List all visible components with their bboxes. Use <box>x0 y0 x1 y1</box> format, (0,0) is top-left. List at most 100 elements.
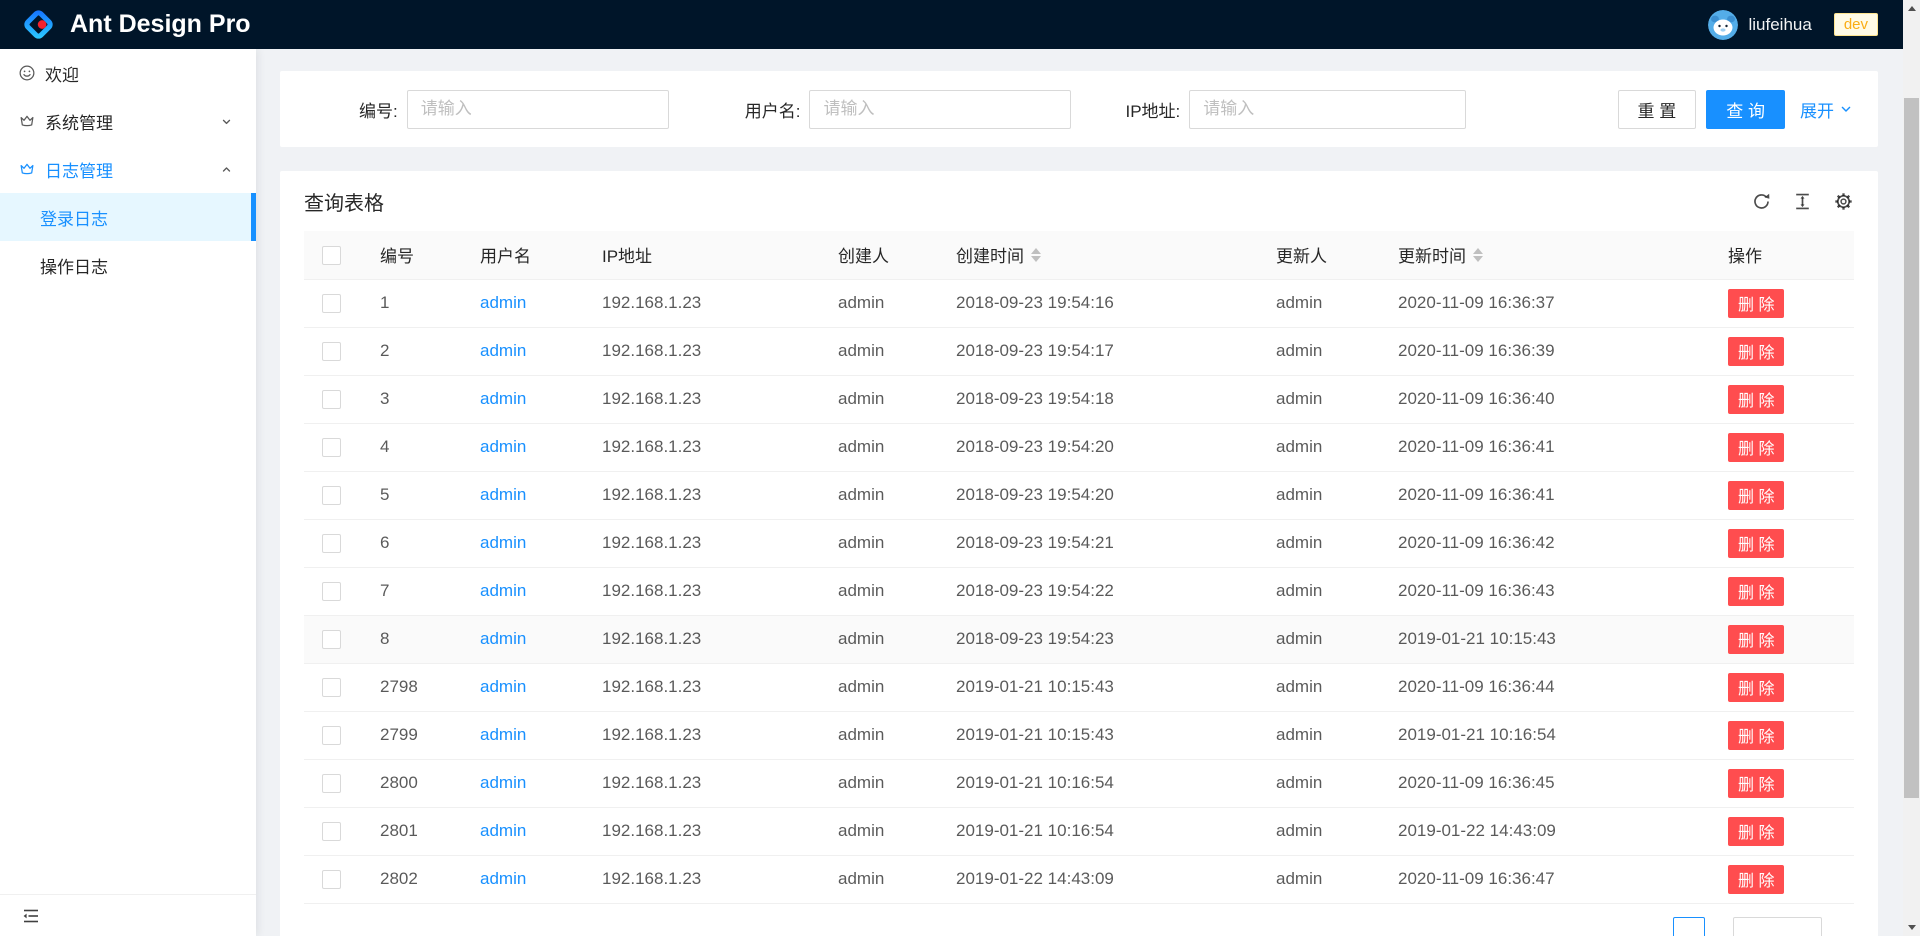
delete-button[interactable]: 删 除 <box>1728 289 1784 318</box>
select-all-header <box>304 231 360 279</box>
sidebar-collapse-trigger[interactable] <box>0 894 256 936</box>
sort-carets-icon[interactable] <box>1473 248 1483 262</box>
delete-button[interactable]: 删 除 <box>1728 433 1784 462</box>
cell-ip: 192.168.1.23 <box>582 663 818 711</box>
form-item-id: 编号: <box>359 90 669 129</box>
username-link[interactable]: admin <box>480 869 526 888</box>
sidebar-item-welcome[interactable]: 欢迎 <box>0 49 256 97</box>
row-checkbox[interactable] <box>322 678 341 697</box>
id-field[interactable] <box>407 90 669 129</box>
cell-username: admin <box>460 615 582 663</box>
username-link[interactable]: admin <box>480 629 526 648</box>
sidebar: 欢迎 系统管理 日志管理 登录日志 <box>0 49 256 936</box>
row-checkbox[interactable] <box>322 486 341 505</box>
username-link[interactable]: admin <box>480 437 526 456</box>
row-checkbox[interactable] <box>322 822 341 841</box>
cell-actions: 删 除 <box>1708 855 1854 903</box>
cell-creator: admin <box>818 423 936 471</box>
delete-button[interactable]: 删 除 <box>1728 625 1784 654</box>
row-checkbox[interactable] <box>322 390 341 409</box>
sidebar-item-label: 日志管理 <box>45 157 113 182</box>
user-avatar[interactable] <box>1708 10 1738 40</box>
username-link[interactable]: admin <box>480 389 526 408</box>
cell-actions: 删 除 <box>1708 519 1854 567</box>
cell-id: 2798 <box>360 663 460 711</box>
sidebar-item-label: 操作日志 <box>40 253 108 278</box>
username-link[interactable]: admin <box>480 581 526 600</box>
expand-link[interactable]: 展开 <box>1800 97 1854 122</box>
row-checkbox[interactable] <box>322 342 341 361</box>
table-row: 1 admin 192.168.1.23 admin 2018-09-23 19… <box>304 279 1854 327</box>
ip-field[interactable] <box>1189 90 1466 129</box>
cell-actions: 删 除 <box>1708 327 1854 375</box>
delete-button[interactable]: 删 除 <box>1728 577 1784 606</box>
delete-button[interactable]: 删 除 <box>1728 769 1784 798</box>
username-field[interactable] <box>809 90 1071 129</box>
username-link[interactable]: admin <box>480 341 526 360</box>
query-button[interactable]: 查 询 <box>1706 90 1785 129</box>
table-row: 5 admin 192.168.1.23 admin 2018-09-23 19… <box>304 471 1854 519</box>
row-checkbox[interactable] <box>322 438 341 457</box>
cell-created-at: 2018-09-23 19:54:18 <box>936 375 1256 423</box>
sidebar-item-operation-log[interactable]: 操作日志 <box>0 241 256 289</box>
row-checkbox[interactable] <box>322 582 341 601</box>
row-checkbox[interactable] <box>322 774 341 793</box>
cell-created-at: 2018-09-23 19:54:22 <box>936 567 1256 615</box>
username-link[interactable]: admin <box>480 821 526 840</box>
delete-button[interactable]: 删 除 <box>1728 529 1784 558</box>
scrollbar-down-arrow[interactable] <box>1903 919 1920 936</box>
column-header-updated-at[interactable]: 更新时间 <box>1378 231 1708 279</box>
sort-carets-icon[interactable] <box>1031 248 1041 262</box>
chevron-up-icon <box>219 162 234 177</box>
table-header-row: 编号 用户名 IP地址 创建人 创建时间 更新人 <box>304 231 1854 279</box>
username-link[interactable]: admin <box>480 773 526 792</box>
sidebar-item-system-management[interactable]: 系统管理 <box>0 97 256 145</box>
username-link[interactable]: admin <box>480 725 526 744</box>
pagination-size-select[interactable] <box>1733 917 1822 936</box>
delete-button[interactable]: 删 除 <box>1728 481 1784 510</box>
table-row: 8 admin 192.168.1.23 admin 2018-09-23 19… <box>304 615 1854 663</box>
delete-button[interactable]: 删 除 <box>1728 865 1784 894</box>
settings-icon[interactable] <box>1833 191 1854 212</box>
cell-updated-at: 2019-01-21 10:16:54 <box>1378 711 1708 759</box>
scrollbar-up-arrow[interactable] <box>1903 0 1920 17</box>
row-checkbox[interactable] <box>322 534 341 553</box>
pagination-page-button[interactable] <box>1673 917 1705 936</box>
reload-icon[interactable] <box>1751 191 1772 212</box>
username-link[interactable]: admin <box>480 533 526 552</box>
select-all-checkbox[interactable] <box>322 246 341 265</box>
header-user-area[interactable]: liufeihua dev <box>1708 10 1878 40</box>
column-header-ip: IP地址 <box>582 231 818 279</box>
column-height-icon[interactable] <box>1792 191 1813 212</box>
cell-username: admin <box>460 855 582 903</box>
app-title[interactable]: Ant Design Pro <box>70 10 251 39</box>
cell-username: admin <box>460 519 582 567</box>
pagination <box>280 917 1822 936</box>
table-row: 6 admin 192.168.1.23 admin 2018-09-23 19… <box>304 519 1854 567</box>
column-header-created-at[interactable]: 创建时间 <box>936 231 1256 279</box>
cell-updater: admin <box>1256 855 1378 903</box>
row-checkbox[interactable] <box>322 630 341 649</box>
delete-button[interactable]: 删 除 <box>1728 817 1784 846</box>
username-link[interactable]: admin <box>480 677 526 696</box>
sidebar-item-login-log[interactable]: 登录日志 <box>0 193 256 241</box>
sidebar-item-log-management[interactable]: 日志管理 <box>0 145 256 193</box>
delete-button[interactable]: 删 除 <box>1728 385 1784 414</box>
delete-button[interactable]: 删 除 <box>1728 721 1784 750</box>
reset-button[interactable]: 重 置 <box>1618 90 1697 129</box>
cell-id: 2 <box>360 327 460 375</box>
delete-button[interactable]: 删 除 <box>1728 673 1784 702</box>
scrollbar-thumb[interactable] <box>1904 98 1919 798</box>
table-body: 1 admin 192.168.1.23 admin 2018-09-23 19… <box>304 279 1854 903</box>
app-logo-icon[interactable] <box>20 6 57 43</box>
row-checkbox[interactable] <box>322 294 341 313</box>
cell-username: admin <box>460 759 582 807</box>
scrollbar[interactable] <box>1903 0 1920 936</box>
username-link[interactable]: admin <box>480 293 526 312</box>
row-checkbox[interactable] <box>322 870 341 889</box>
cell-updater: admin <box>1256 423 1378 471</box>
row-checkbox[interactable] <box>322 726 341 745</box>
delete-button[interactable]: 删 除 <box>1728 337 1784 366</box>
cell-updater: admin <box>1256 663 1378 711</box>
username-link[interactable]: admin <box>480 485 526 504</box>
